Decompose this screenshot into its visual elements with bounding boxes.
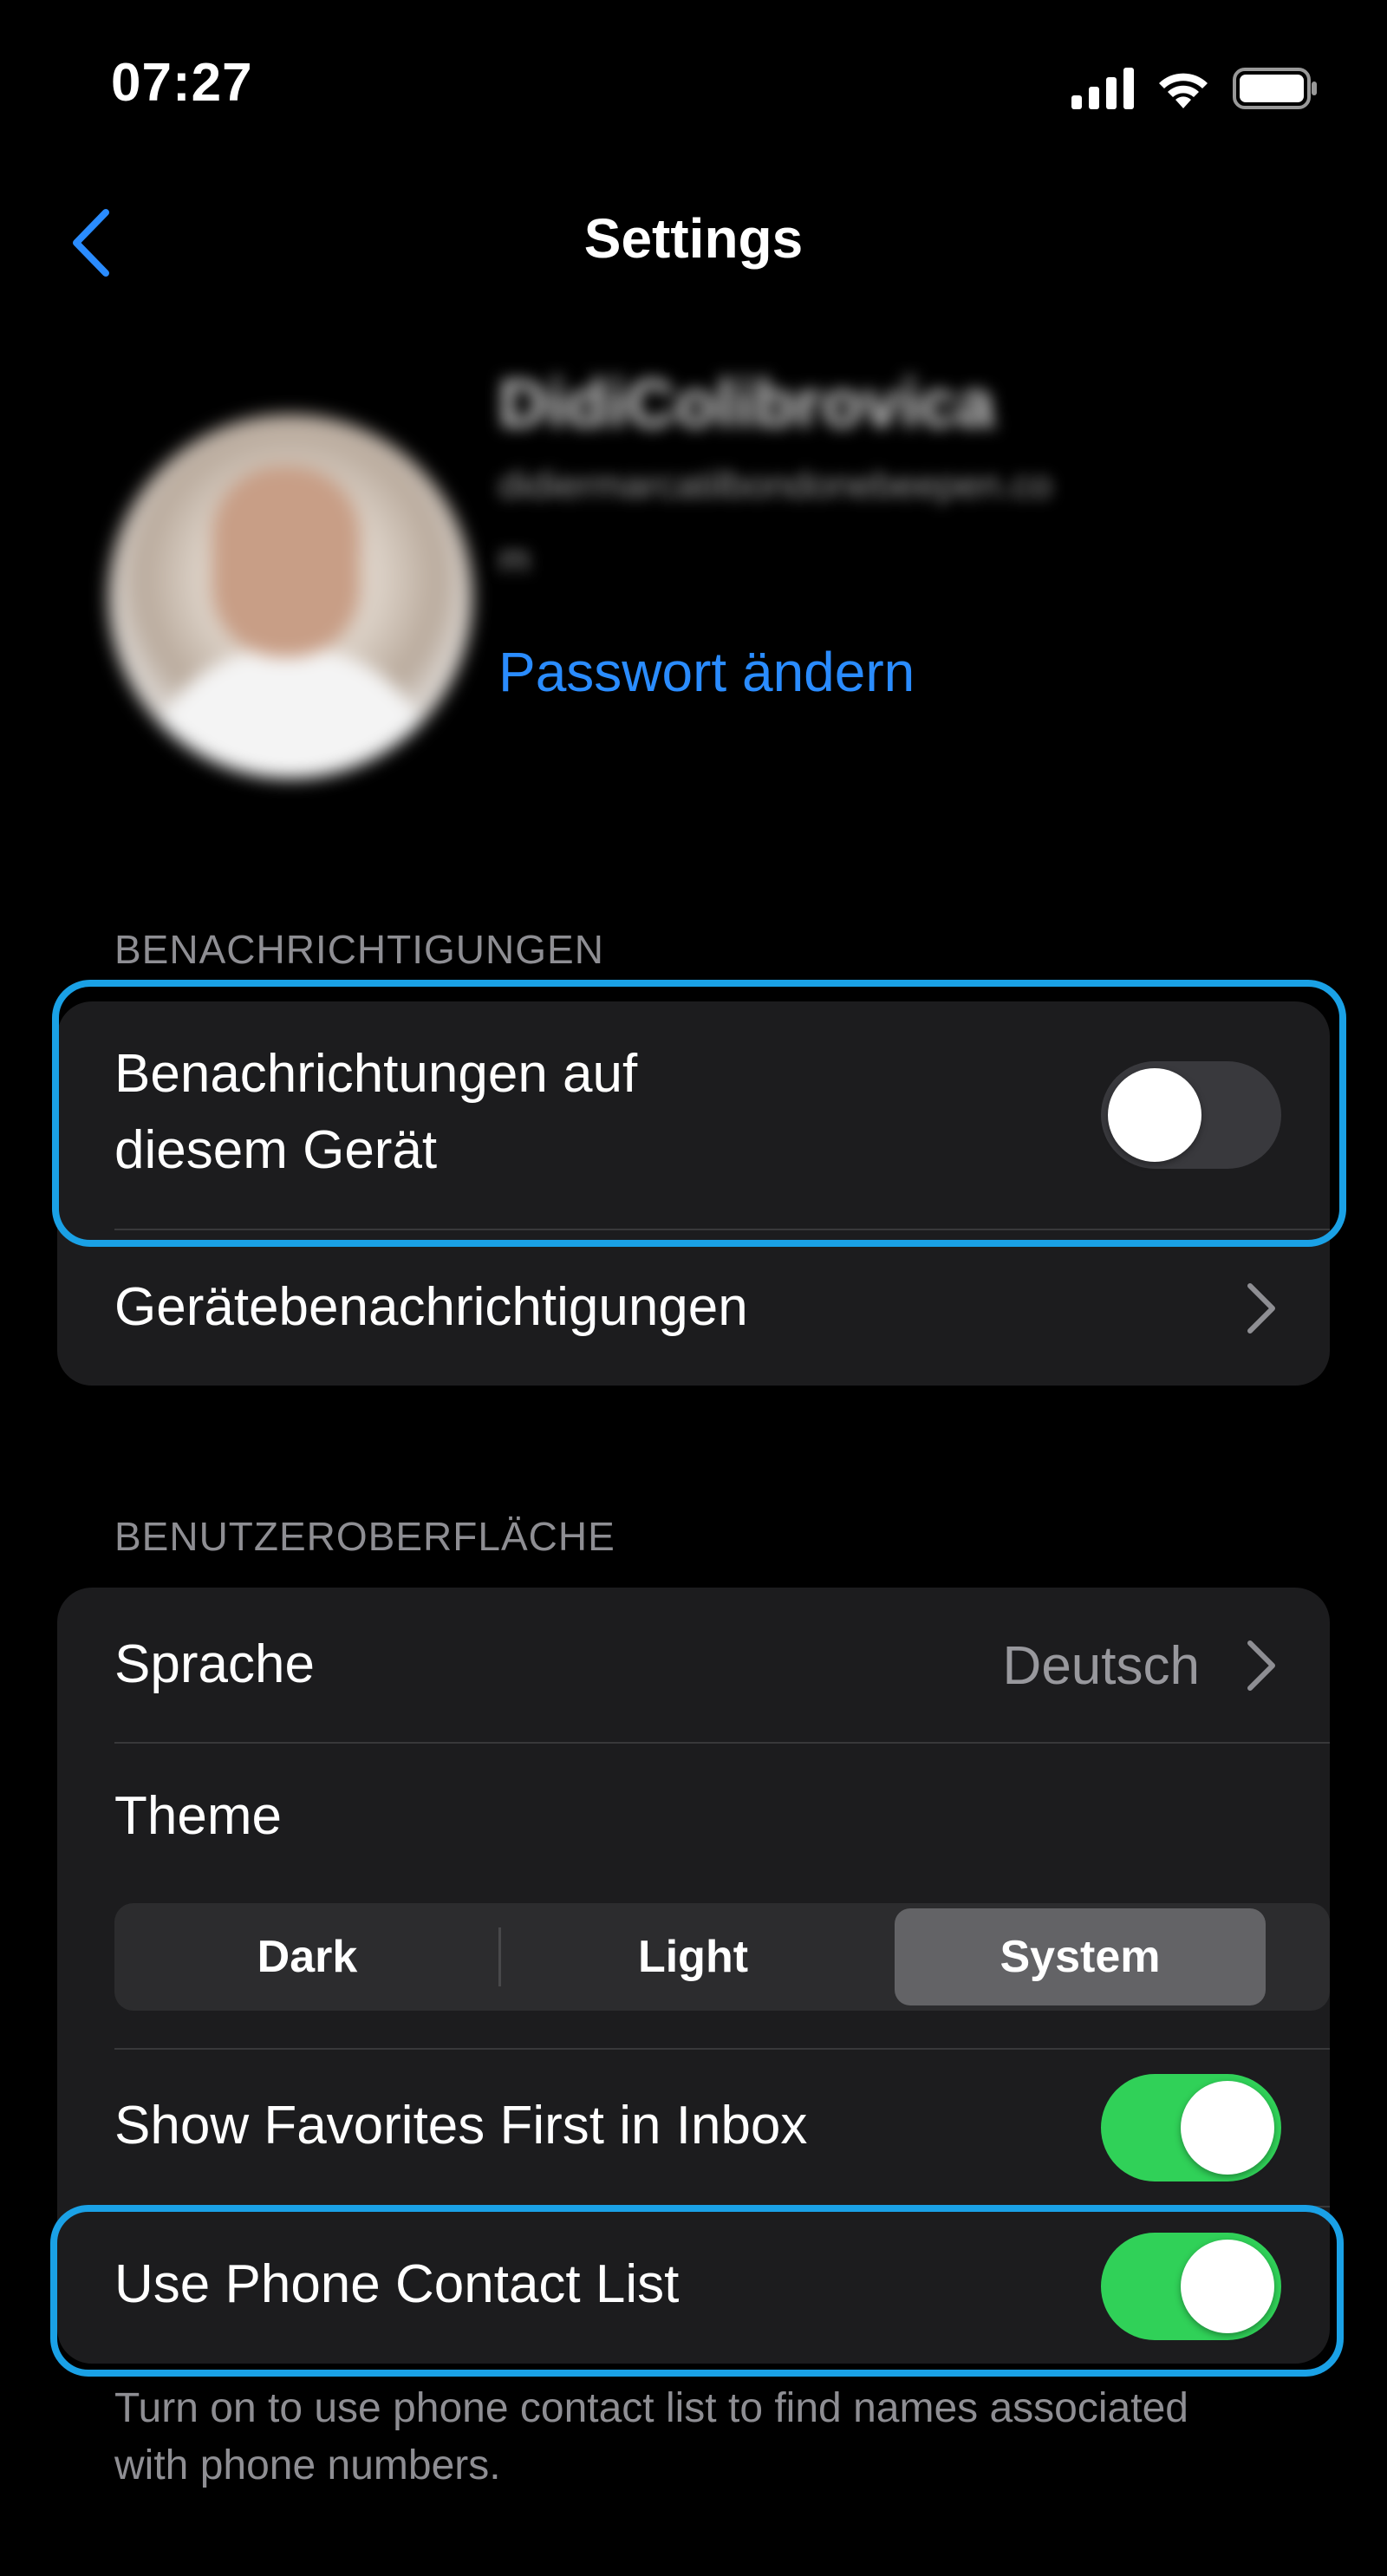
favorites-first-row: Show Favorites First in Inbox — [57, 2050, 1330, 2206]
status-bar-icons — [1071, 62, 1319, 114]
device-notifications-label-line1: Benachrichtungen auf — [114, 1044, 638, 1104]
toggle-knob — [1181, 2240, 1274, 2333]
phone-contacts-toggle[interactable] — [1101, 2233, 1281, 2340]
theme-segmented-control: Dark Light System — [114, 1903, 1330, 2011]
change-password-link[interactable]: Passwort ändern — [498, 640, 915, 704]
avatar — [108, 414, 472, 779]
theme-option-system[interactable]: System — [895, 1908, 1266, 2005]
device-notifications-toggle[interactable] — [1101, 1061, 1281, 1169]
language-row[interactable]: Sprache Deutsch — [57, 1588, 1330, 1742]
chevron-right-icon — [1247, 1640, 1275, 1691]
theme-option-light[interactable]: Light — [500, 1903, 886, 2011]
phone-contacts-footer-note: Turn on to use phone contact list to fin… — [114, 2385, 1188, 2488]
profile-name: DidiColibrovica — [498, 365, 995, 441]
language-value: Deutsch — [1002, 1636, 1200, 1696]
favorites-first-label: Show Favorites First in Inbox — [114, 2096, 808, 2155]
notifications-group: Benachrichtungen auf diesem Gerät Geräte… — [57, 1001, 1330, 1386]
theme-label: Theme — [114, 1786, 282, 1846]
phone-contacts-row: Use Phone Contact List — [57, 2208, 1330, 2364]
interface-group: Sprache Deutsch Theme Dark Light System … — [57, 1588, 1330, 2364]
phone-contacts-label: Use Phone Contact List — [114, 2254, 680, 2314]
chevron-right-icon — [1247, 1283, 1275, 1334]
theme-option-dark[interactable]: Dark — [114, 1903, 500, 2011]
device-settings-label: Gerätebenachrichtigungen — [114, 1277, 748, 1337]
favorites-first-toggle[interactable] — [1101, 2074, 1281, 2181]
section-header-notifications: BENACHRICHTIGUNGEN — [114, 927, 604, 972]
wifi-icon — [1159, 73, 1208, 108]
profile-email: didiermarcatilbondonebeepen.co — [498, 464, 1052, 506]
device-notifications-label-line2: diesem Gerät — [114, 1120, 438, 1180]
section-header-interface: BENUTZEROBERFLÄCHE — [114, 1514, 615, 1559]
device-settings-row[interactable]: Gerätebenachrichtigungen — [57, 1230, 1330, 1386]
toggle-knob — [1181, 2081, 1274, 2175]
device-notifications-row: Benachrichtungen auf diesem Gerät — [57, 1001, 1330, 1229]
profile-email-continued: m — [498, 538, 531, 580]
cellular-signal-icon — [1071, 68, 1134, 109]
language-label: Sprache — [114, 1634, 315, 1694]
device-notifications-label: Benachrichtungen auf diesem Gerät — [114, 1036, 637, 1189]
status-bar-time: 07:27 — [111, 53, 253, 113]
theme-row: Theme — [57, 1744, 1330, 1900]
page-title: Settings — [583, 207, 804, 270]
battery-icon — [1233, 68, 1317, 109]
toggle-knob — [1108, 1068, 1201, 1162]
